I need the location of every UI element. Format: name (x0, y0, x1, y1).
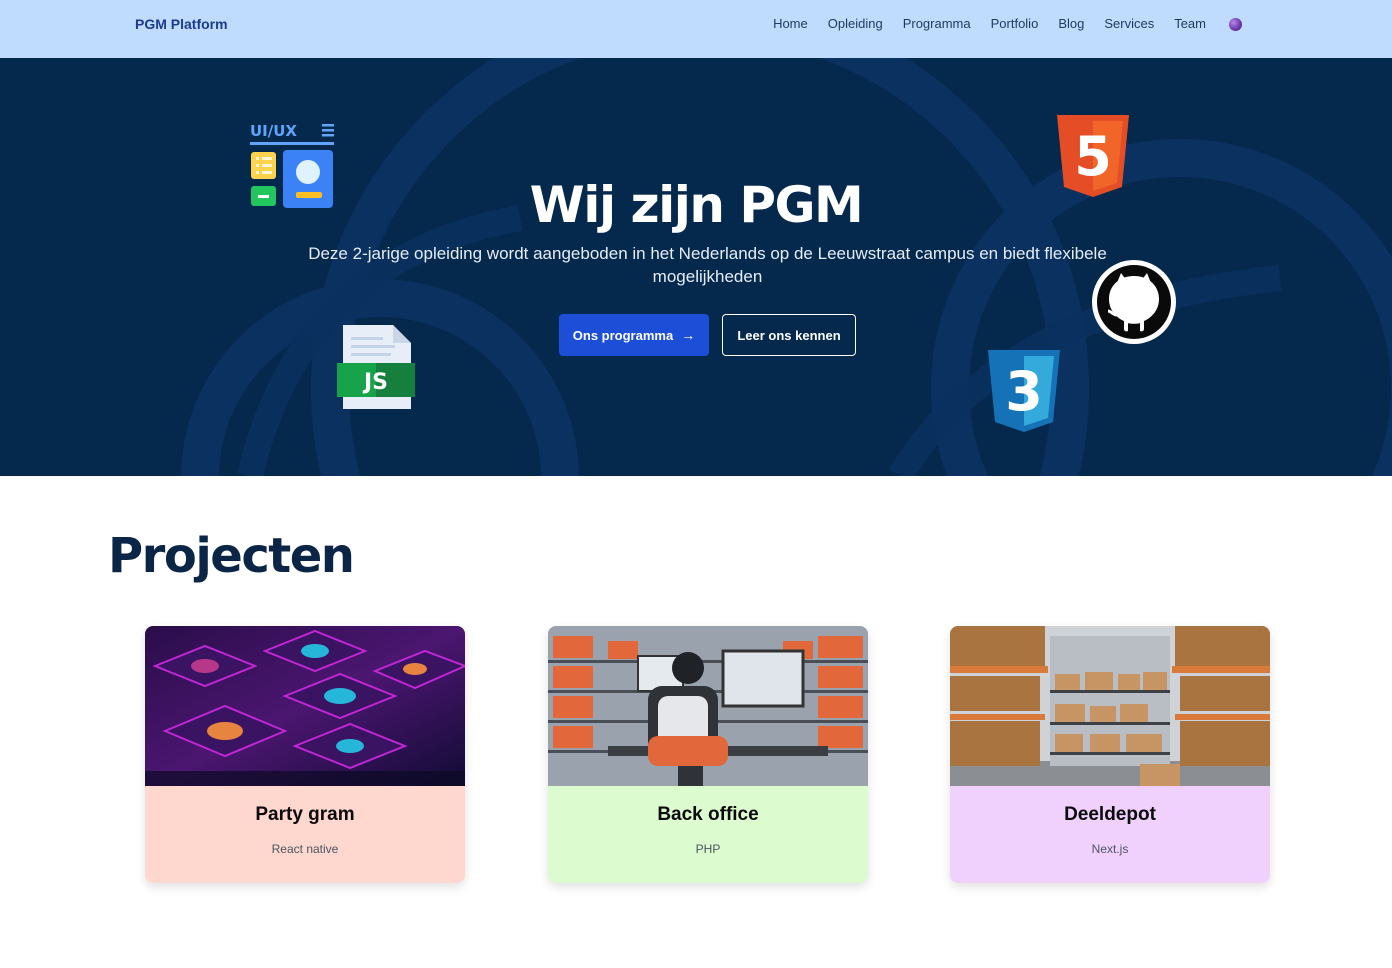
nav-links: Home Opleiding Programma Portfolio Blog … (753, 16, 1242, 31)
nav-link-home[interactable]: Home (773, 16, 808, 31)
ons-programma-button[interactable]: Ons programma → (559, 314, 709, 356)
javascript-file-icon: JS (337, 325, 415, 409)
project-title: Back office (657, 804, 759, 825)
theme-dot-icon[interactable] (1229, 17, 1242, 31)
project-tech: React native (271, 842, 339, 856)
deeldepot-image (950, 626, 1270, 786)
ons-programma-label: Ons programma (572, 327, 674, 343)
brand-logo[interactable]: PGM Platform (135, 16, 228, 32)
project-tech: PHP (695, 842, 721, 856)
hero-section: UI/UX 5 JS 3 Wij zijn PGM Deze 2-jarige … (0, 58, 1392, 476)
top-navbar: PGM Platform Home Opleiding Programma Po… (0, 0, 1392, 58)
party-gram-body: Party gram React native (145, 786, 465, 883)
nav-link-opleiding[interactable]: Opleiding (828, 16, 883, 31)
leer-ons-kennen-button[interactable]: Leer ons kennen (722, 314, 856, 356)
hero-subtitle: Deze 2-jarige opleiding wordt aangeboden… (308, 244, 1107, 286)
svg-text:3: 3 (1005, 360, 1043, 423)
project-title: Deeldepot (1064, 804, 1156, 825)
projects-title: Projecten (108, 528, 355, 584)
nav-link-services[interactable]: Services (1104, 16, 1154, 31)
nav-link-team[interactable]: Team (1174, 16, 1206, 31)
party-gram-image (145, 626, 465, 786)
project-card-party-gram[interactable]: Party gram React native (145, 626, 465, 883)
project-tech: Next.js (1091, 842, 1129, 856)
svg-text:JS: JS (362, 370, 388, 395)
project-card-back-office[interactable]: Back office PHP (548, 626, 868, 883)
arrow-right-icon: → (681, 327, 696, 343)
nav-link-blog[interactable]: Blog (1058, 16, 1084, 31)
back-office-image (548, 626, 868, 786)
deeldepot-body: Deeldepot Next.js (950, 786, 1270, 883)
svg-text:UI/UX: UI/UX (250, 122, 297, 140)
nav-link-programma[interactable]: Programma (903, 16, 971, 31)
project-title: Party gram (255, 804, 355, 825)
hero-title: Wij zijn PGM (529, 176, 864, 234)
css3-icon: 3 (988, 350, 1060, 432)
project-card-deeldepot[interactable]: Deeldepot Next.js (950, 626, 1270, 883)
back-office-body: Back office PHP (548, 786, 868, 883)
leer-ons-kennen-label: Leer ons kennen (737, 327, 841, 343)
nav-link-portfolio[interactable]: Portfolio (991, 16, 1039, 31)
